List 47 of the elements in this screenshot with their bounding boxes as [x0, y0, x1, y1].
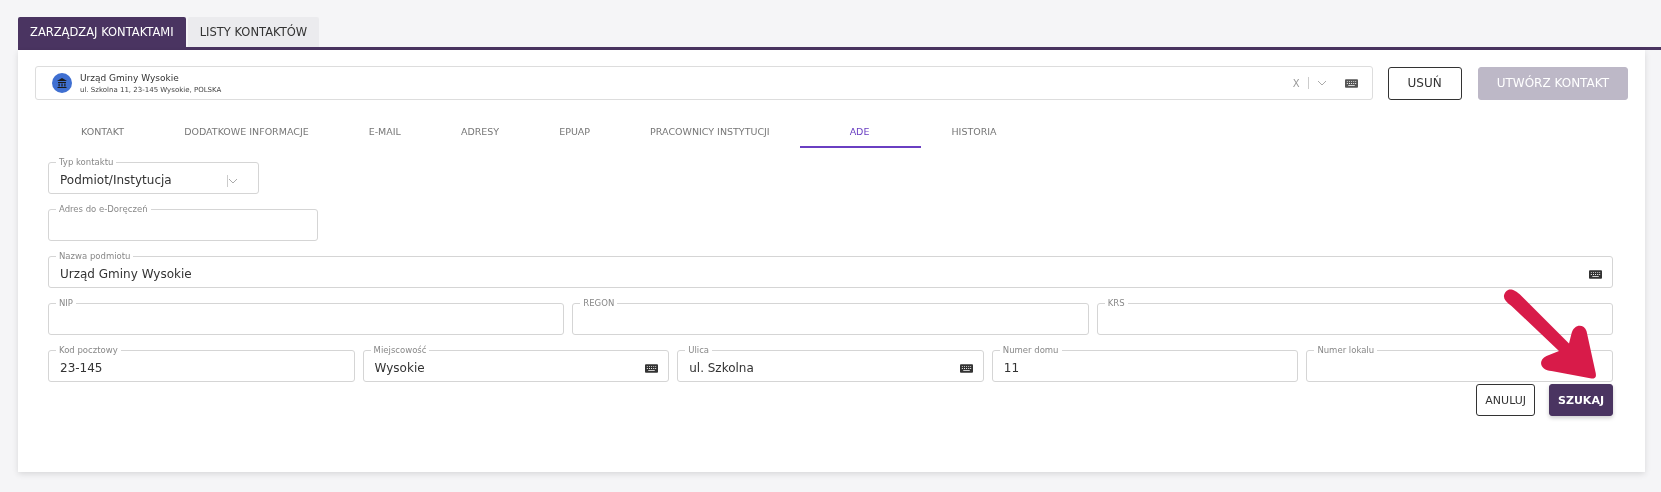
- bank-icon: [52, 73, 72, 93]
- input-field[interactable]: Numer domu 11: [991, 344, 1299, 382]
- field-value: ul. Szkolna: [689, 360, 754, 375]
- section-tab[interactable]: HISTORIA: [921, 116, 1027, 148]
- field-value: 11: [1003, 360, 1020, 375]
- input-field[interactable]: Typ kontaktu Podmiot/Instytucja: [48, 156, 259, 194]
- input-field[interactable]: Nazwa podmiotu Urząd Gminy Wysokie: [48, 250, 1613, 288]
- field-label: KRS: [1106, 297, 1126, 309]
- field-value: Urząd Gminy Wysokie: [60, 266, 192, 281]
- input-field[interactable]: Miejscowość Wysokie: [362, 344, 670, 382]
- field-label: Typ kontaktu: [58, 156, 115, 168]
- field-label: Numer lokalu: [1316, 344, 1376, 356]
- section-tab[interactable]: ADRESY: [430, 116, 530, 148]
- field-label: Numer domu: [1001, 344, 1060, 356]
- clear-icon[interactable]: X: [1292, 77, 1300, 89]
- field-label: Adres do e-Doręczeń: [58, 203, 149, 215]
- section-tab[interactable]: KONTAKT: [51, 116, 155, 148]
- section-tab[interactable]: E-MAIL: [338, 116, 431, 148]
- field-value: Podmiot/Instytucja: [60, 172, 172, 187]
- field-label: NIP: [58, 297, 74, 309]
- section-tab[interactable]: ADE: [799, 116, 922, 148]
- section-tab[interactable]: DODATKOWE INFORMACJE: [154, 116, 339, 148]
- field-value: Wysokie: [374, 360, 425, 375]
- keyboard-icon[interactable]: [645, 364, 659, 373]
- input-field[interactable]: REGON: [572, 297, 1089, 335]
- action-button[interactable]: ANULUJ: [1476, 384, 1536, 416]
- field-value: 23-145: [60, 360, 103, 375]
- field-label: Ulica: [687, 344, 710, 356]
- input-field[interactable]: Adres do e-Doręczeń: [48, 203, 318, 241]
- section-tab[interactable]: EPUAP: [529, 116, 621, 148]
- field-label: Miejscowość: [372, 344, 428, 356]
- input-field[interactable]: Ulica ul. Szkolna: [677, 344, 984, 382]
- input-field[interactable]: KRS: [1096, 297, 1613, 335]
- input-field[interactable]: NIP: [48, 297, 565, 335]
- contact-name: Urząd Gminy Wysokie: [80, 72, 180, 83]
- keyboard-icon[interactable]: [1589, 270, 1602, 279]
- tab[interactable]: ZARZĄDZAJ KONTAKTAMI: [18, 17, 186, 47]
- header-button[interactable]: USUŃ: [1387, 66, 1462, 100]
- section-tab[interactable]: PRACOWNICY INSTYTUCJI: [620, 116, 800, 148]
- keyboard-icon[interactable]: [959, 364, 973, 373]
- keyboard-icon[interactable]: [1344, 78, 1358, 88]
- tab[interactable]: LISTY KONTAKTÓW: [187, 17, 320, 47]
- action-button[interactable]: SZUKAJ: [1549, 384, 1613, 416]
- field-label: Nazwa podmiotu: [58, 250, 132, 262]
- input-field[interactable]: Kod pocztowy 23-145: [48, 344, 355, 382]
- field-label: REGON: [582, 297, 616, 309]
- field-label: Kod pocztowy: [58, 344, 119, 356]
